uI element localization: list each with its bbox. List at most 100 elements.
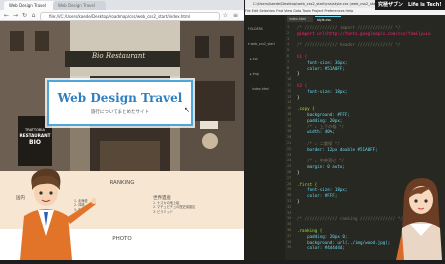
line-number: 1 [287,25,290,29]
line-number: 6 [287,54,290,58]
back-icon[interactable]: ← [3,12,10,19]
code-line: border: 12px double #51A0FF; [297,146,378,152]
line-number: 38 [287,239,292,244]
line-number: 13 [287,94,292,99]
site-title: Web Design Travel [57,91,183,105]
line-number: 23 [287,152,292,157]
mouse-cursor-icon: ↖ [184,106,190,114]
line-number: 20 [287,135,292,140]
code-line: .ranking { [297,228,323,233]
list-item: 3. ピラミッド [153,209,173,214]
code-line: font-size: 36px; [297,59,348,65]
line-number: 4 [287,42,290,47]
code-line: font-size: 18px; [297,88,348,94]
code-line: background: #FFF; [297,112,350,117]
sidebar-item[interactable]: index.html [248,87,275,92]
line-number: 35 [287,222,292,227]
line-number: 29 [287,187,292,192]
code-line: padding: 20px 0; [297,233,348,239]
banner-label-2: Life is Tech! [408,2,442,8]
line-number: 34 [287,216,292,221]
url-text: file:///C:/Users/kaede/Desktop/roadmap/c… [49,14,190,19]
code-line: } [297,71,300,77]
line-number: 19 [287,129,292,134]
code-line: @import url(http://fonts.googleapis.com/… [297,30,431,36]
line-number: 8 [287,65,290,70]
line-number: 31 [287,199,292,203]
site-title-box: Web Design Travel 旅行についてまとめたサイト [47,80,193,126]
home-icon[interactable]: ⌂ [30,12,37,19]
sign-lower-line-3: BIO [29,139,41,146]
line-number: 37 [287,233,292,238]
browser-tab-active[interactable]: Web Design Travel [4,1,57,10]
code-line: /* ///////////// header ////////////// *… [297,42,401,48]
line-number: 12 [287,88,292,93]
line-number: 36 [287,228,292,232]
code-line: background: url(../img/wood.jpg); [297,239,391,245]
bookmark-star-icon[interactable]: ☆ [222,12,229,19]
code-line: h1 { [297,54,308,59]
banner-label-1: 究極ザブン [378,2,404,8]
code-line: .first { [297,181,318,187]
reload-icon[interactable]: ↻ [21,12,28,19]
tab-index-html[interactable]: index.html [287,16,313,22]
line-number: 25 [287,164,292,169]
code-line: color: #4d4d4d; [297,245,345,251]
presenter-avatar-left [4,166,97,260]
sign-lower-line-2: RESTAURANT [19,133,51,138]
code-line: color: #FFF; [297,193,338,199]
line-number: 33 [287,210,292,215]
tab-label: Web Design Travel [58,3,95,8]
line-number: 2 [287,30,290,35]
line-number: 15 [287,106,292,111]
line-number: 32 [287,204,292,209]
code-line: } [297,94,300,100]
forward-icon[interactable]: → [12,12,19,19]
line-number: 3 [287,36,290,41]
code-line: padding: 20px; [297,117,343,123]
sign-lower-line-1: TRATTORIA [25,128,45,132]
line-number: 9 [287,71,290,76]
code-line: /* ///////////// import ////////////// *… [297,25,401,30]
line-number: 27 [287,175,292,180]
sidebar-item[interactable]: ▸ img [248,72,275,77]
presenter-avatar-right [396,176,445,260]
editor-sidebar: FOLDERS ▾ web_css2_start ▸ css ▸ img ind… [245,15,285,260]
code-line: width: 40%; [297,129,335,135]
code-line: .copy { [297,106,315,112]
sidebar-tree: FOLDERS ▾ web_css2_start ▸ css ▸ img ind… [248,17,275,102]
restaurant-sign: Bio Restaurant [92,52,146,60]
line-number: 5 [287,48,290,53]
code-line: } [297,199,300,204]
tab-style-css[interactable]: style.css [315,16,341,23]
line-number: 18 [287,123,292,128]
url-field[interactable]: file:///C:/Users/kaede/Desktop/roadmap/c… [40,12,220,21]
world-list: 1. ナスカの地上絵 2. マチュピチュの歴史保護区 3. ピラミッド [153,201,195,214]
line-number: 21 [287,141,292,145]
code-line: } [297,170,300,175]
sidebar-item: FOLDERS [248,27,263,31]
menu-icon[interactable]: ≡ [232,12,239,19]
line-number: 7 [287,59,290,64]
browser-tab-inactive[interactable]: Web Design Travel [53,1,106,10]
code-line: margin: 0 auto; [297,164,345,170]
tab-label: Web Design Travel [9,3,46,8]
line-number: 39 [287,245,292,250]
sidebar-item[interactable]: ▾ web_css2_start [248,42,275,47]
line-number: 30 [287,193,292,198]
site-subtitle: 旅行についてまとめたサイト [90,110,150,115]
code-line: h2 { [297,83,308,88]
line-number: 26 [287,170,292,174]
line-number: 17 [287,117,292,122]
line-number: 14 [287,100,292,105]
line-number: 11 [287,83,292,87]
code-line: color: #51A0FF; [297,65,345,71]
code-line: font-size: 18px; [297,187,348,193]
line-number: 24 [287,158,292,163]
line-number: 28 [287,181,292,186]
line-number: 10 [287,77,292,82]
line-number: 16 [287,112,292,116]
sidebar-item[interactable]: ▸ css [248,57,275,62]
code-line: /* ///////////// ranking ////////////// … [297,216,403,222]
line-number: 22 [287,146,292,151]
